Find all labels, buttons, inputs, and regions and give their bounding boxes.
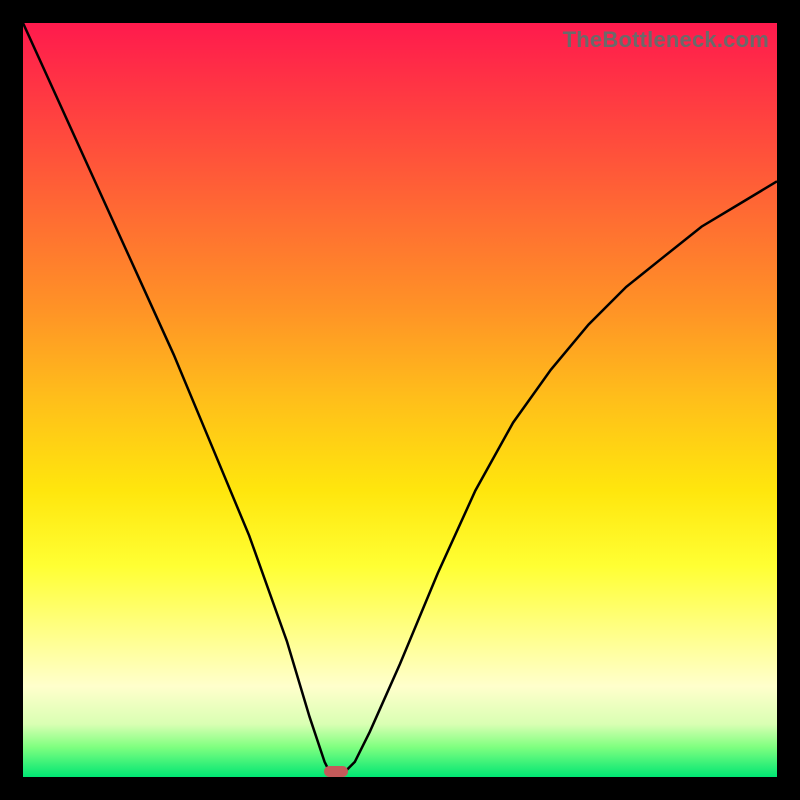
minimum-marker (324, 766, 348, 777)
plot-area: TheBottleneck.com (23, 23, 777, 777)
chart-frame: TheBottleneck.com (0, 0, 800, 800)
bottleneck-curve (23, 23, 777, 777)
